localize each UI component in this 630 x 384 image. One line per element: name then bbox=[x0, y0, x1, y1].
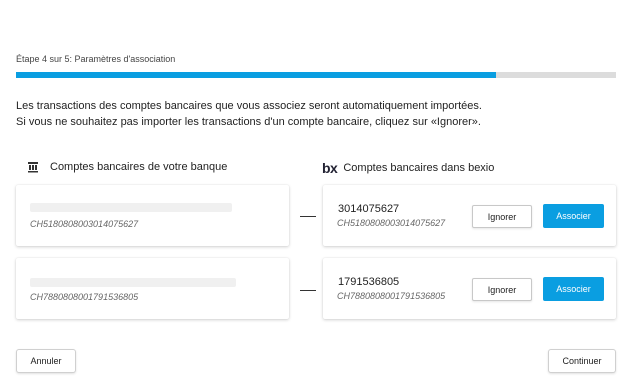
intro-line-1: Les transactions des comptes bancaires q… bbox=[16, 100, 482, 112]
progress-bar bbox=[16, 72, 616, 78]
bexio-account-number: 1791536805 bbox=[338, 276, 400, 288]
link-dash bbox=[300, 290, 316, 291]
bank-accounts-header: Comptes bancaires de votre banque bbox=[24, 160, 227, 174]
bexio-account-card: 1791536805 CH7880808001791536805 Ignorer… bbox=[323, 258, 616, 319]
ignore-button[interactable]: Ignorer bbox=[472, 278, 532, 301]
bank-account-card: CH5180808003014075627 bbox=[16, 185, 289, 246]
step-label: Étape 4 sur 5: Paramètres d'association bbox=[16, 54, 176, 64]
ignore-button[interactable]: Ignorer bbox=[472, 205, 532, 228]
bank-account-iban: CH7880808001791536805 bbox=[30, 292, 139, 302]
bank-accounts-title: Comptes bancaires de votre banque bbox=[50, 161, 228, 173]
bank-account-name-redacted bbox=[30, 278, 236, 287]
bank-account-name-redacted bbox=[30, 203, 232, 212]
progress-fill bbox=[16, 72, 496, 78]
bexio-account-number: 3014075627 bbox=[338, 203, 400, 215]
bexio-account-iban: CH7880808001791536805 bbox=[337, 291, 446, 301]
cancel-button[interactable]: Annuler bbox=[16, 349, 76, 373]
bank-account-card: CH7880808001791536805 bbox=[16, 258, 289, 319]
continue-button[interactable]: Continuer bbox=[548, 349, 616, 373]
bexio-accounts-header: bx Comptes bancaires dans bexio bbox=[322, 160, 494, 176]
bexio-account-iban: CH5180808003014075627 bbox=[337, 218, 446, 228]
link-dash bbox=[300, 216, 316, 217]
bank-building-icon bbox=[24, 160, 42, 174]
bexio-accounts-title: Comptes bancaires dans bexio bbox=[343, 162, 495, 174]
associate-button[interactable]: Associer bbox=[543, 204, 604, 228]
bexio-account-card: 3014075627 CH5180808003014075627 Ignorer… bbox=[323, 185, 616, 246]
intro-text: Les transactions des comptes bancaires q… bbox=[16, 98, 482, 130]
bexio-logo: bx bbox=[322, 160, 338, 176]
associate-button[interactable]: Associer bbox=[543, 277, 604, 301]
intro-line-2: Si vous ne souhaitez pas importer les tr… bbox=[16, 116, 481, 128]
bank-account-iban: CH5180808003014075627 bbox=[30, 219, 139, 229]
